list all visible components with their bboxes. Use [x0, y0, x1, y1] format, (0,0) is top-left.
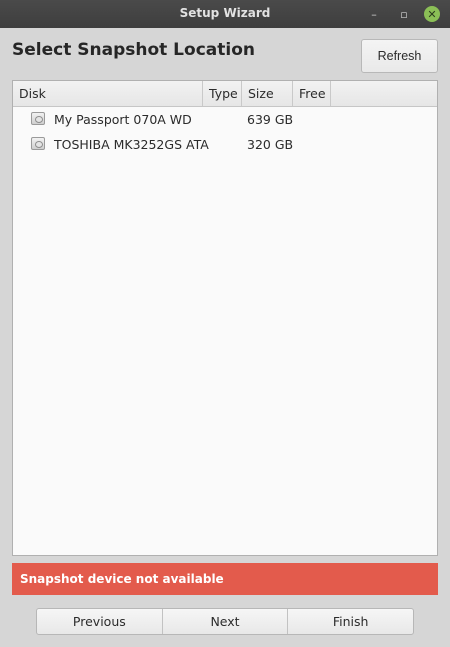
- disk-size: 639 GB: [247, 112, 294, 127]
- title-bar[interactable]: Setup Wizard – ▫ ✕: [0, 0, 450, 28]
- disk-name: My Passport 070A WD: [54, 112, 192, 127]
- column-header-size[interactable]: Size: [242, 81, 293, 106]
- column-header-type[interactable]: Type: [203, 81, 242, 106]
- disk-name: TOSHIBA MK3252GS ATA: [54, 137, 209, 152]
- page-title: Select Snapshot Location: [12, 40, 255, 60]
- hard-disk-icon: [31, 112, 45, 125]
- next-button[interactable]: Next: [163, 609, 289, 634]
- previous-button[interactable]: Previous: [37, 609, 163, 634]
- status-message: Snapshot device not available: [12, 563, 438, 595]
- column-header-free[interactable]: Free: [293, 81, 331, 106]
- disk-list[interactable]: Disk Type Size Free My Passport 070A WD …: [12, 80, 438, 556]
- wizard-navigation: Previous Next Finish: [36, 608, 414, 635]
- hard-disk-icon: [31, 137, 45, 150]
- refresh-button[interactable]: Refresh: [361, 39, 438, 73]
- disk-list-header: Disk Type Size Free: [13, 81, 437, 107]
- table-row[interactable]: My Passport 070A WD 639 GB: [13, 107, 437, 132]
- maximize-icon[interactable]: ▫: [396, 6, 412, 22]
- finish-button[interactable]: Finish: [288, 609, 413, 634]
- setup-wizard-window: Setup Wizard – ▫ ✕ Select Snapshot Locat…: [0, 0, 450, 647]
- table-row[interactable]: TOSHIBA MK3252GS ATA 320 GB: [13, 132, 437, 157]
- close-icon[interactable]: ✕: [424, 6, 440, 22]
- minimize-icon[interactable]: –: [366, 6, 382, 22]
- disk-size: 320 GB: [247, 137, 294, 152]
- window-title: Setup Wizard: [179, 6, 271, 20]
- column-header-disk[interactable]: Disk: [13, 81, 203, 106]
